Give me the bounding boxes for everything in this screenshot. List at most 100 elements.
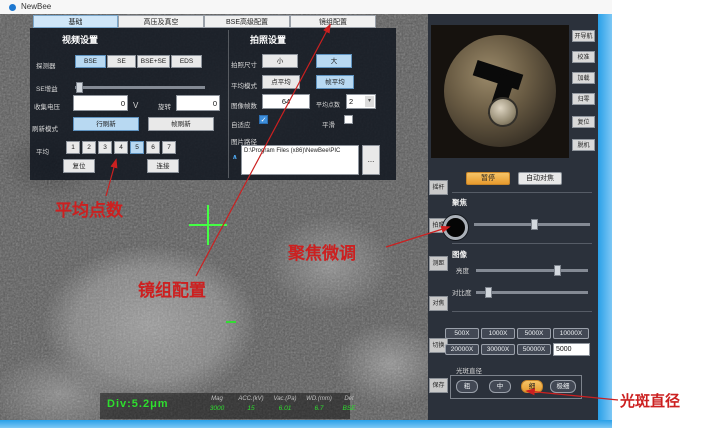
detector-eds-button[interactable]: EDS bbox=[171, 55, 202, 68]
tool-tab-measure[interactable]: 测距 bbox=[429, 256, 448, 271]
reset-stage-button[interactable]: 复位 bbox=[572, 116, 595, 128]
avg-points-select[interactable]: 2 ▾ bbox=[346, 94, 376, 109]
divider bbox=[452, 311, 592, 312]
rotation-input[interactable] bbox=[176, 95, 220, 111]
window-edge bbox=[598, 14, 612, 428]
image-section-label: 图像 bbox=[452, 249, 467, 260]
average-label: 平均 bbox=[36, 146, 49, 156]
average-4-button[interactable]: 4 bbox=[114, 141, 128, 154]
detector-label: 探测器 bbox=[36, 60, 56, 70]
size-large-button[interactable]: 大 bbox=[316, 54, 352, 68]
tool-tab-joystick[interactable]: 摇杆 bbox=[429, 180, 448, 195]
brightness-label: 亮度 bbox=[456, 265, 469, 275]
collapse-arrow-icon[interactable]: ∧ bbox=[232, 153, 238, 161]
avg-mode-frame-button[interactable]: 帧平均 bbox=[316, 75, 354, 89]
window-title: NewBee bbox=[21, 2, 51, 11]
mag-500x-button[interactable]: 500X bbox=[445, 328, 479, 339]
spot-fine-button[interactable]: 细 bbox=[521, 380, 543, 393]
tab-lens-config[interactable]: 镜组配置 bbox=[290, 15, 376, 28]
mag-20000x-button[interactable]: 20000X bbox=[445, 344, 479, 355]
offline-button[interactable]: 脱机 bbox=[572, 139, 595, 151]
collect-voltage-label: 收集电压 bbox=[34, 101, 60, 111]
calibrate-button[interactable]: 校准 bbox=[572, 51, 595, 63]
photo-settings-title: 拍照设置 bbox=[250, 33, 286, 46]
spot-extra-fine-button[interactable]: 极细 bbox=[550, 380, 576, 393]
detector-bse-button[interactable]: BSE bbox=[75, 55, 106, 68]
divider bbox=[452, 243, 592, 244]
adaptive-checkbox[interactable]: ✓ bbox=[259, 115, 268, 124]
avg-points-value: 2 bbox=[349, 97, 353, 106]
avg-points-label: 平均点数 bbox=[316, 100, 340, 109]
frames-input[interactable] bbox=[262, 94, 310, 109]
specimen-stub bbox=[488, 97, 518, 127]
annotation-focus-trim: 聚焦微调 bbox=[288, 239, 356, 264]
status-col-wd: WD.(mm)6.7 bbox=[302, 396, 336, 412]
mag-10000x-button[interactable]: 10000X bbox=[553, 328, 589, 339]
focus-label: 聚焦 bbox=[452, 197, 467, 208]
mag-custom-input[interactable] bbox=[553, 343, 590, 356]
brightness-slider-thumb[interactable] bbox=[554, 265, 561, 276]
smooth-checkbox[interactable] bbox=[344, 115, 353, 124]
browse-button[interactable]: ... bbox=[362, 145, 380, 175]
load-button[interactable]: 加载 bbox=[572, 72, 595, 84]
measure-mark bbox=[226, 321, 236, 323]
average-1-button[interactable]: 1 bbox=[66, 141, 80, 154]
connect-button[interactable]: 连接 bbox=[147, 159, 179, 173]
refresh-line-button[interactable]: 行刷新 bbox=[73, 117, 139, 131]
average-7-button[interactable]: 7 bbox=[162, 141, 176, 154]
status-columns: Mag3000 ACC.(kV)15 Vac.(Pa)6.01 WD.(mm)6… bbox=[200, 396, 362, 412]
focus-slider-thumb[interactable] bbox=[531, 219, 538, 230]
spot-coarse-button[interactable]: 粗 bbox=[456, 380, 478, 393]
se-gain-slider-thumb[interactable] bbox=[76, 82, 83, 93]
reset-button[interactable]: 复位 bbox=[63, 159, 95, 173]
tab-hv-vacuum[interactable]: 高压及真空 bbox=[118, 15, 204, 28]
mag-30000x-button[interactable]: 30000X bbox=[481, 344, 515, 355]
average-6-button[interactable]: 6 bbox=[146, 141, 160, 154]
tab-bse-advanced[interactable]: BSE高级配置 bbox=[204, 15, 290, 28]
average-3-button[interactable]: 3 bbox=[98, 141, 112, 154]
contrast-slider[interactable] bbox=[476, 291, 588, 294]
annotation-average-points: 平均点数 bbox=[55, 196, 123, 221]
detector-se-button[interactable]: SE bbox=[107, 55, 136, 68]
zero-button[interactable]: 归零 bbox=[572, 93, 595, 105]
size-small-button[interactable]: 小 bbox=[262, 54, 298, 68]
chamber-camera-view bbox=[431, 25, 569, 158]
contrast-slider-thumb[interactable] bbox=[485, 287, 492, 298]
tool-tab-save[interactable]: 保存 bbox=[429, 378, 448, 393]
smooth-label: 平滑 bbox=[322, 119, 335, 129]
focus-knob[interactable] bbox=[443, 215, 468, 240]
autofocus-button[interactable]: 自动对焦 bbox=[518, 172, 562, 185]
adaptive-label: 自适应 bbox=[231, 119, 251, 129]
annotation-lens-config: 镜组配置 bbox=[138, 276, 206, 301]
app-logo-icon bbox=[9, 4, 16, 11]
divider bbox=[452, 192, 592, 193]
se-gain-slider[interactable] bbox=[75, 86, 205, 89]
status-col-acc: ACC.(kV)15 bbox=[234, 396, 268, 412]
scale-readout: Div:5.2μm bbox=[107, 398, 169, 410]
screenshot-root: NewBee 基础 高压及真空 BSE高级配置 镜组配置 视频设置 探测器 BS… bbox=[0, 0, 720, 428]
average-5-button[interactable]: 5 bbox=[130, 141, 144, 154]
avg-mode-point-button[interactable]: 点平均 bbox=[262, 75, 300, 89]
video-settings-title: 视频设置 bbox=[62, 33, 98, 46]
avg-mode-label: 平均模式 bbox=[231, 80, 257, 90]
tool-tab-focus[interactable]: 对焦 bbox=[429, 296, 448, 311]
mag-50000x-button[interactable]: 50000X bbox=[517, 344, 551, 355]
detector-bse-se-button[interactable]: BSE+SE bbox=[137, 55, 170, 68]
refresh-frame-button[interactable]: 帧刷新 bbox=[148, 117, 214, 131]
pause-button[interactable]: 暂停 bbox=[466, 172, 510, 185]
mag-5000x-button[interactable]: 5000X bbox=[517, 328, 551, 339]
tab-basic[interactable]: 基础 bbox=[33, 15, 118, 28]
mag-1000x-button[interactable]: 1000X bbox=[481, 328, 515, 339]
window-edge bbox=[0, 420, 612, 428]
dropdown-arrow-icon[interactable]: ▾ bbox=[365, 96, 374, 107]
save-path-field[interactable]: D:\Program Files (x86)\NewBee\PIC bbox=[241, 145, 359, 175]
open-navigation-button[interactable]: 开导航 bbox=[572, 30, 595, 42]
rotation-label: 旋转 bbox=[158, 101, 171, 111]
collect-voltage-input[interactable] bbox=[73, 95, 128, 111]
panel-divider bbox=[228, 30, 229, 178]
average-2-button[interactable]: 2 bbox=[82, 141, 96, 154]
spot-medium-button[interactable]: 中 bbox=[489, 380, 511, 393]
refresh-mode-label: 刷新模式 bbox=[32, 123, 58, 133]
status-col-vac: Vac.(Pa)6.01 bbox=[268, 396, 302, 412]
brightness-slider[interactable] bbox=[476, 269, 588, 272]
